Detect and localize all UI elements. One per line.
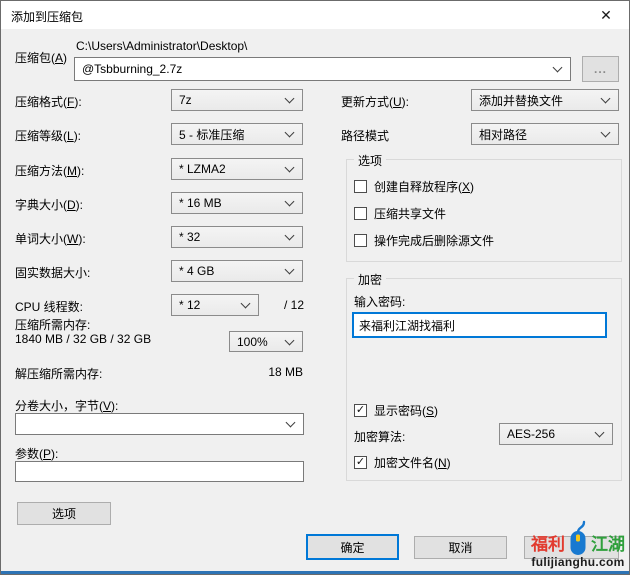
encryption-group-title: 加密: [354, 271, 386, 288]
memory-percent-value: 100%: [237, 335, 268, 349]
password-label: 输入密码:: [354, 293, 405, 310]
memory-percent-combobox[interactable]: 100%: [229, 331, 303, 352]
decompress-memory-label: 解压缩所需内存:: [15, 365, 102, 382]
method-value: * LZMA2: [179, 162, 226, 176]
password-input[interactable]: [352, 312, 607, 338]
path-mode-label: 路径模式: [341, 127, 389, 144]
decompress-memory-value: 18 MB: [241, 365, 303, 379]
show-password-row: 显示密码(S): [354, 402, 438, 419]
shared-files-label: 压缩共享文件: [374, 205, 446, 222]
level-label: 压缩等级(L):: [15, 127, 81, 144]
window-bottom-edge: [1, 571, 629, 574]
create-sfx-checkbox[interactable]: [354, 180, 367, 193]
parameters-label: 参数(P):: [15, 445, 58, 462]
solid-block-combobox[interactable]: * 4 GB: [171, 260, 303, 282]
volume-size-label: 分卷大小，字节(V):: [15, 397, 118, 414]
encrypt-names-checkbox[interactable]: [354, 456, 367, 469]
solid-block-value: * 4 GB: [179, 264, 214, 278]
cpu-threads-label: CPU 线程数:: [15, 298, 83, 315]
word-size-combobox[interactable]: * 32: [171, 226, 303, 248]
fulijianghu-watermark: 福利 江湖 fulijianghu.com: [527, 515, 629, 569]
mouse-icon: [567, 520, 589, 556]
path-mode-value: 相对路径: [479, 126, 527, 143]
delete-after-label: 操作完成后删除源文件: [374, 232, 494, 249]
archive-name-combobox[interactable]: @Tsbburning_2.7z: [74, 57, 571, 81]
chevron-down-icon: [553, 63, 563, 73]
encrypt-names-label: 加密文件名(N): [374, 454, 451, 471]
close-icon[interactable]: ✕: [591, 5, 621, 26]
encryption-method-combobox[interactable]: AES-256: [499, 423, 613, 445]
encrypt-names-row: 加密文件名(N): [354, 454, 451, 471]
browse-button[interactable]: ...: [582, 56, 619, 82]
brand-text-left: 福利: [531, 535, 565, 555]
volume-size-combobox[interactable]: [15, 413, 304, 435]
chevron-down-icon: [601, 128, 611, 138]
archive-name-value: @Tsbburning_2.7z: [82, 62, 182, 76]
show-password-label: 显示密码(S): [374, 402, 438, 419]
archive-path: C:\Users\Administrator\Desktop\: [76, 39, 247, 53]
chevron-down-icon: [241, 299, 251, 309]
chevron-down-icon: [285, 94, 295, 104]
method-label: 压缩方法(M):: [15, 162, 84, 179]
chevron-down-icon: [285, 197, 295, 207]
cpu-threads-value: * 12: [179, 298, 200, 312]
shared-files-row: 压缩共享文件: [354, 205, 446, 222]
solid-block-label: 固实数据大小:: [15, 264, 90, 281]
cancel-button[interactable]: 取消: [414, 536, 507, 559]
add-to-archive-dialog: 添加到压缩包 ✕ 压缩包(A) C:\Users\Administrator\D…: [0, 0, 630, 575]
chevron-down-icon: [285, 335, 295, 345]
dictionary-label: 字典大小(D):: [15, 196, 83, 213]
options-group-title: 选项: [354, 152, 386, 169]
word-size-label: 单词大小(W):: [15, 230, 86, 247]
cpu-threads-combobox[interactable]: * 12: [171, 294, 259, 316]
create-sfx-row: 创建自释放程序(X): [354, 178, 474, 195]
encryption-method-value: AES-256: [507, 427, 555, 441]
update-mode-label: 更新方式(U):: [341, 93, 409, 110]
delete-after-row: 操作完成后删除源文件: [354, 232, 494, 249]
dialog-title: 添加到压缩包: [11, 8, 83, 25]
chevron-down-icon: [285, 163, 295, 173]
update-mode-combobox[interactable]: 添加并替换文件: [471, 89, 619, 111]
show-password-checkbox[interactable]: [354, 404, 367, 417]
watermark-brand-row: 福利 江湖: [531, 521, 625, 555]
method-combobox[interactable]: * LZMA2: [171, 158, 303, 180]
update-mode-value: 添加并替换文件: [479, 92, 563, 109]
brand-text-right: 江湖: [591, 535, 625, 555]
archive-label: 压缩包(A): [15, 49, 67, 66]
format-label: 压缩格式(F):: [15, 93, 82, 110]
path-mode-combobox[interactable]: 相对路径: [471, 123, 619, 145]
watermark-domain: fulijianghu.com: [531, 555, 624, 569]
shared-files-checkbox[interactable]: [354, 207, 367, 220]
chevron-down-icon: [285, 128, 295, 138]
level-value: 5 - 标准压缩: [179, 126, 244, 143]
memory-usage-detail: 1840 MB / 32 GB / 32 GB: [15, 332, 151, 346]
format-value: 7z: [179, 93, 192, 107]
word-size-value: * 32: [179, 230, 200, 244]
dictionary-value: * 16 MB: [179, 196, 222, 210]
level-combobox[interactable]: 5 - 标准压缩: [171, 123, 303, 145]
encryption-method-label: 加密算法:: [354, 428, 405, 445]
parameters-input[interactable]: [15, 461, 304, 482]
memory-usage-label: 压缩所需内存:: [15, 316, 90, 333]
chevron-down-icon: [285, 231, 295, 241]
dictionary-combobox[interactable]: * 16 MB: [171, 192, 303, 214]
chevron-down-icon: [285, 265, 295, 275]
chevron-down-icon: [286, 418, 296, 428]
create-sfx-label: 创建自释放程序(X): [374, 178, 474, 195]
chevron-down-icon: [595, 428, 605, 438]
chevron-down-icon: [601, 94, 611, 104]
options-button[interactable]: 选项: [17, 502, 111, 525]
cpu-threads-max: / 12: [284, 298, 304, 312]
delete-after-checkbox[interactable]: [354, 234, 367, 247]
title-bar: 添加到压缩包 ✕: [1, 1, 629, 29]
format-combobox[interactable]: 7z: [171, 89, 303, 111]
ok-button[interactable]: 确定: [306, 534, 399, 560]
